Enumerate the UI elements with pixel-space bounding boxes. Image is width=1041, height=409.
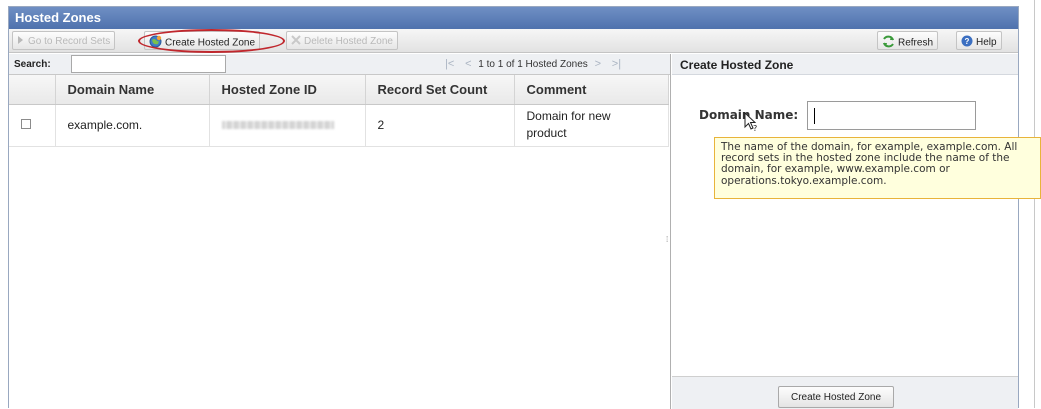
window-title: Hosted Zones <box>9 7 1018 29</box>
zones-table: Domain Name Hosted Zone ID Record Set Co… <box>9 75 669 147</box>
svg-text:?: ? <box>965 37 970 46</box>
refresh-icon <box>882 35 895 51</box>
redacted-zone-id <box>221 121 334 129</box>
create-hosted-zone-submit-button[interactable]: Create Hosted Zone <box>778 386 894 408</box>
search-bar: Search: |< < 1 to 1 of 1 Hosted Zones > … <box>9 54 670 75</box>
create-hosted-zone-panel: Create Hosted Zone Domain Name: ? The na… <box>672 54 1041 409</box>
column-header-record-set-count[interactable]: Record Set Count <box>365 75 515 105</box>
delete-hosted-zone-button[interactable]: Delete Hosted Zone <box>286 31 398 50</box>
panel-footer: Create Hosted Zone <box>672 376 1018 409</box>
highlight-ring <box>138 29 285 53</box>
refresh-button[interactable]: Refresh <box>877 31 939 51</box>
column-header-domain-name[interactable]: Domain Name <box>55 75 210 105</box>
comment-line-2: product <box>526 126 567 140</box>
domain-name-cell: example.com. <box>55 104 210 147</box>
record-set-count-cell: 2 <box>365 104 515 147</box>
go-to-record-sets-button[interactable]: Go to Record Sets <box>12 31 116 50</box>
splitter-handle[interactable]: ⁞ <box>666 235 668 244</box>
hosted-zones-grid: Search: |< < 1 to 1 of 1 Hosted Zones > … <box>9 54 671 409</box>
next-page-icon[interactable]: > <box>595 58 601 70</box>
prev-page-icon[interactable]: < <box>465 58 471 70</box>
panel-title: Create Hosted Zone <box>672 54 1018 75</box>
help-label: Help <box>976 37 997 48</box>
pager: |< < 1 to 1 of 1 Hosted Zones > >| <box>441 58 625 70</box>
table-row[interactable]: example.com. 2 Domain for new product <box>9 104 669 147</box>
select-column-header <box>9 75 56 105</box>
help-icon: ? <box>961 35 973 50</box>
pager-text: 1 to 1 of 1 Hosted Zones <box>478 59 588 70</box>
delete-hosted-zone-label: Delete Hosted Zone <box>304 36 393 47</box>
delete-x-icon <box>291 35 301 48</box>
comment-line-1: Domain for new <box>526 109 611 123</box>
refresh-label: Refresh <box>898 37 934 49</box>
comment-cell: Domain for new product <box>514 104 669 147</box>
search-input[interactable] <box>71 55 226 73</box>
page-edge-line <box>1034 0 1035 408</box>
svg-text:?: ? <box>753 124 757 132</box>
column-header-hosted-zone-id[interactable]: Hosted Zone ID <box>209 75 366 105</box>
text-caret <box>814 108 815 124</box>
domain-name-input[interactable] <box>807 101 976 130</box>
hosted-zones-window: Hosted Zones Go to Record Sets Create Ho… <box>8 6 1041 409</box>
help-button[interactable]: ? Help <box>956 31 1002 50</box>
table-header-row: Domain Name Hosted Zone ID Record Set Co… <box>9 75 669 105</box>
mouse-pointer-icon: ? <box>744 111 760 135</box>
search-label: Search: <box>14 59 51 70</box>
toolbar: Go to Record Sets Create Hosted Zone Del… <box>9 29 1018 53</box>
row-checkbox-cell <box>9 104 56 147</box>
arrow-right-icon <box>17 35 25 48</box>
hosted-zone-id-cell <box>209 104 366 147</box>
first-page-icon[interactable]: |< <box>445 58 454 70</box>
row-checkbox[interactable] <box>21 119 31 129</box>
column-header-comment[interactable]: Comment <box>514 75 669 105</box>
go-to-record-sets-label: Go to Record Sets <box>28 36 111 47</box>
last-page-icon[interactable]: >| <box>612 58 621 70</box>
domain-name-tooltip: The name of the domain, for example, exa… <box>714 137 1041 199</box>
